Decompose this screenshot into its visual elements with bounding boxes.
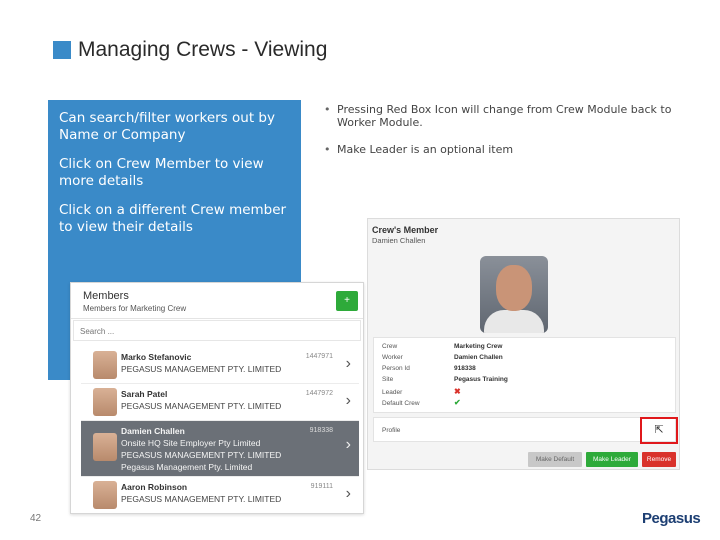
member-name: Aaron Robinson bbox=[121, 482, 188, 492]
bullet-item: • Make Leader is an optional item bbox=[322, 143, 672, 156]
member-row-selected[interactable]: Damien Challen Onsite HQ Site Employer P… bbox=[81, 421, 359, 477]
pegasus-logo: Pegasus bbox=[642, 510, 701, 527]
member-company: PEGASUS MANAGEMENT PTY. LIMITED bbox=[121, 450, 282, 460]
avatar bbox=[93, 481, 117, 509]
detail-label: Default Crew bbox=[382, 400, 420, 407]
detail-label: Person Id bbox=[382, 365, 410, 372]
crew-member-title: Crew's Member bbox=[372, 225, 439, 235]
slide-title: Managing Crews - Viewing bbox=[78, 38, 328, 61]
detail-label: Worker bbox=[382, 354, 403, 361]
profile-label: Profile bbox=[382, 427, 401, 434]
detail-row: Leader ✖ bbox=[382, 387, 461, 396]
bullet-dot-icon: • bbox=[324, 103, 331, 116]
make-default-button[interactable]: Make Default bbox=[528, 452, 582, 467]
bullet-text: Make Leader is an optional item bbox=[337, 143, 514, 156]
detail-row: Site Pegasus Training bbox=[382, 376, 508, 383]
members-title: Members bbox=[83, 290, 129, 302]
member-number: 919111 bbox=[310, 483, 333, 490]
detail-label: Site bbox=[382, 376, 394, 383]
bullet-dot-icon: • bbox=[324, 143, 331, 156]
bullet-list: • Pressing Red Box Icon will change from… bbox=[322, 103, 672, 170]
crew-member-panel: Crew's Member Damien Challen Crew Marketi… bbox=[367, 218, 680, 470]
members-header: Members Members for Marketing Crew + bbox=[71, 283, 363, 319]
members-search bbox=[73, 320, 361, 341]
add-member-button[interactable]: + bbox=[336, 291, 358, 311]
callout-text-search: Can search/filter workers out by Name or… bbox=[59, 110, 275, 143]
chevron-right-icon[interactable]: › bbox=[346, 486, 351, 502]
bullet-text: Pressing Red Box Icon will change from C… bbox=[337, 103, 672, 129]
cross-icon: ✖ bbox=[454, 387, 461, 396]
member-number: 1447972 bbox=[305, 390, 333, 397]
photo-head bbox=[496, 265, 532, 311]
member-row[interactable]: Aaron Robinson PEGASUS MANAGEMENT PTY. L… bbox=[81, 477, 359, 513]
callout-text-click-member: Click on Crew Member to view more detail… bbox=[59, 156, 264, 189]
search-input[interactable] bbox=[74, 322, 360, 341]
detail-label: Crew bbox=[382, 343, 398, 350]
detail-row: Default Crew ✔ bbox=[382, 398, 461, 407]
chevron-right-icon[interactable]: › bbox=[346, 393, 351, 409]
member-number: 918338 bbox=[309, 427, 333, 434]
make-leader-button[interactable]: Make Leader bbox=[586, 452, 638, 467]
member-company: PEGASUS MANAGEMENT PTY. LIMITED bbox=[121, 364, 282, 374]
title-bullet-square bbox=[53, 41, 71, 59]
member-number: 1447971 bbox=[305, 353, 333, 360]
avatar bbox=[93, 433, 117, 461]
chevron-right-icon[interactable]: › bbox=[346, 356, 351, 372]
member-name: Damien Challen bbox=[121, 426, 185, 436]
member-details: Crew Marketing Crew Worker Damien Challen … bbox=[373, 337, 676, 413]
detail-row: Crew Marketing Crew bbox=[382, 343, 502, 350]
member-name: Marko Stefanovic bbox=[121, 352, 192, 362]
member-company: PEGASUS MANAGEMENT PTY. LIMITED bbox=[121, 494, 282, 504]
add-member-icon: + bbox=[344, 295, 350, 306]
check-icon: ✔ bbox=[454, 398, 461, 407]
member-row[interactable]: Sarah Patel PEGASUS MANAGEMENT PTY. LIMI… bbox=[81, 384, 359, 421]
photo-shirt bbox=[484, 310, 544, 333]
detail-row: Person Id 918338 bbox=[382, 365, 476, 372]
avatar bbox=[93, 351, 117, 379]
bullet-item: • Pressing Red Box Icon will change from… bbox=[322, 103, 672, 129]
members-list: Marko Stefanovic PEGASUS MANAGEMENT PTY.… bbox=[81, 347, 359, 513]
detail-row: Worker Damien Challen bbox=[382, 354, 503, 361]
member-company: PEGASUS MANAGEMENT PTY. LIMITED bbox=[121, 401, 282, 411]
member-row[interactable]: Marko Stefanovic PEGASUS MANAGEMENT PTY.… bbox=[81, 347, 359, 384]
members-panel: Members Members for Marketing Crew + Mar… bbox=[70, 282, 364, 514]
profile-row: Profile bbox=[373, 417, 676, 442]
callout-text-different-member: Click on a different Crew member to view… bbox=[59, 202, 287, 235]
detail-value: Marketing Crew bbox=[454, 343, 503, 350]
remove-button[interactable]: Remove bbox=[642, 452, 676, 467]
members-subtitle: Members for Marketing Crew bbox=[83, 304, 187, 313]
page-number: 42 bbox=[30, 513, 42, 524]
avatar bbox=[93, 388, 117, 416]
crew-member-subtitle: Damien Challen bbox=[372, 236, 426, 245]
member-company: Onsite HQ Site Employer Pty Limited bbox=[121, 438, 261, 448]
detail-value: Damien Challen bbox=[454, 354, 503, 361]
chevron-right-icon[interactable]: › bbox=[346, 437, 351, 453]
detail-value: 918338 bbox=[454, 365, 476, 372]
member-photo bbox=[480, 256, 548, 333]
detail-value: Pegasus Training bbox=[454, 376, 508, 383]
red-highlight-box bbox=[640, 417, 678, 444]
member-name: Sarah Patel bbox=[121, 389, 168, 399]
member-company: Pegasus Management Pty. Limited bbox=[121, 462, 253, 472]
detail-label: Leader bbox=[382, 389, 403, 396]
